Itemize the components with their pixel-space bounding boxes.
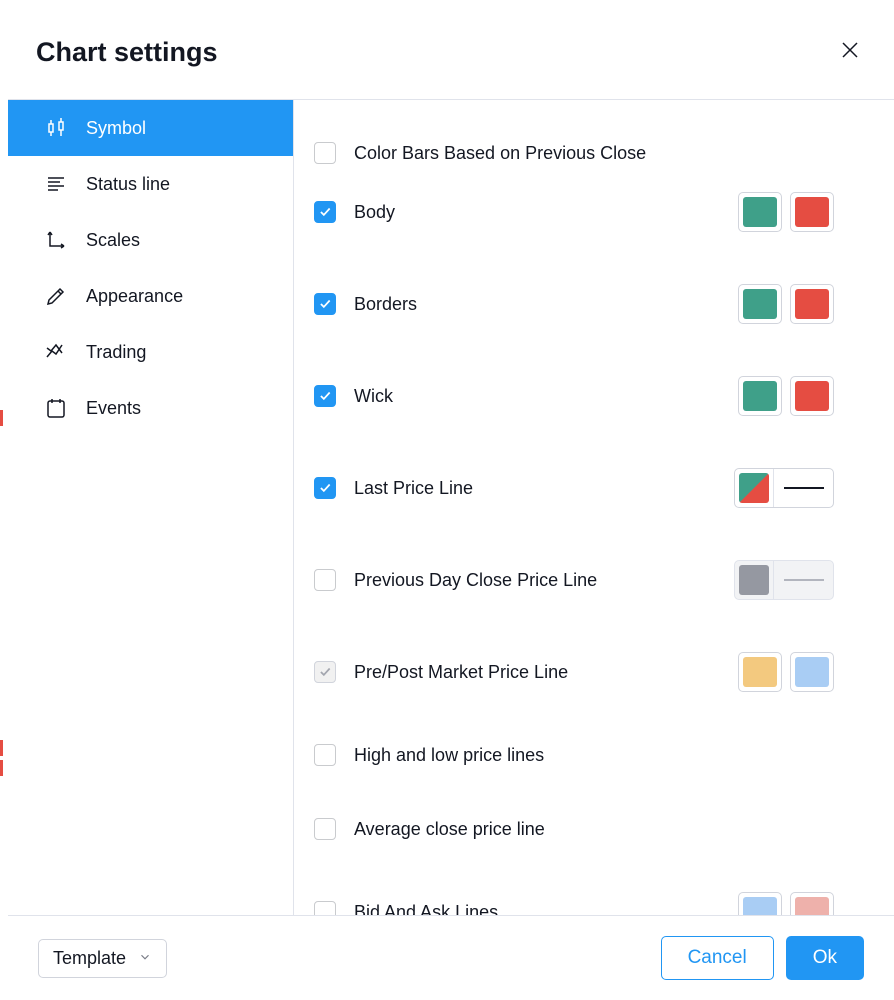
- settings-content: Color Bars Based on Previous Close Body …: [294, 100, 894, 915]
- checkbox-last-price-line[interactable]: [314, 477, 336, 499]
- checkbox-avg-close[interactable]: [314, 818, 336, 840]
- cancel-button[interactable]: Cancel: [661, 936, 774, 980]
- option-label: Previous Day Close Price Line: [354, 570, 597, 591]
- chart-line-icon: [44, 340, 68, 364]
- option-label: Pre/Post Market Price Line: [354, 662, 568, 683]
- template-dropdown[interactable]: Template: [38, 939, 167, 978]
- modal-footer: Template Cancel Ok: [8, 915, 894, 1000]
- color-swatch-borders-up[interactable]: [738, 284, 782, 324]
- close-icon: [838, 49, 862, 66]
- sidebar-item-label: Symbol: [86, 118, 146, 139]
- checkbox-bid-ask[interactable]: [314, 901, 336, 915]
- option-label: Body: [354, 202, 395, 223]
- sidebar-item-events[interactable]: Events: [8, 380, 293, 436]
- sidebar-item-status-line[interactable]: Status line: [8, 156, 293, 212]
- option-borders: Borders: [306, 270, 834, 338]
- color-swatch-wick-up[interactable]: [738, 376, 782, 416]
- page-title: Chart settings: [36, 37, 218, 68]
- color-swatch-body-down[interactable]: [790, 192, 834, 232]
- option-label: Wick: [354, 386, 393, 407]
- option-avg-close: Average close price line: [306, 804, 834, 854]
- color-swatch-wick-down[interactable]: [790, 376, 834, 416]
- line-style-last-price[interactable]: [734, 468, 834, 508]
- sidebar-item-label: Appearance: [86, 286, 183, 307]
- color-swatch-bid[interactable]: [738, 892, 782, 915]
- checkbox-wick[interactable]: [314, 385, 336, 407]
- chart-settings-modal: Chart settings Symbol Status line Scales…: [8, 0, 894, 1000]
- close-button[interactable]: [834, 34, 866, 71]
- option-body: Body: [306, 178, 834, 246]
- option-label: Borders: [354, 294, 417, 315]
- sidebar-item-scales[interactable]: Scales: [8, 212, 293, 268]
- sidebar-item-appearance[interactable]: Appearance: [8, 268, 293, 324]
- color-swatch-post-market[interactable]: [790, 652, 834, 692]
- color-swatch-borders-down[interactable]: [790, 284, 834, 324]
- pencil-icon: [44, 284, 68, 308]
- sidebar-item-symbol[interactable]: Symbol: [8, 100, 293, 156]
- checkbox-body[interactable]: [314, 201, 336, 223]
- sidebar-item-label: Scales: [86, 230, 140, 251]
- option-pre-post-market: Pre/Post Market Price Line: [306, 638, 834, 706]
- color-swatch-pre-market[interactable]: [738, 652, 782, 692]
- lines-icon: [44, 172, 68, 196]
- template-label: Template: [53, 948, 126, 969]
- modal-body: Symbol Status line Scales Appearance Tra…: [8, 99, 894, 915]
- checkbox-pre-post-market[interactable]: [314, 661, 336, 683]
- sidebar: Symbol Status line Scales Appearance Tra…: [8, 100, 294, 915]
- checkbox-high-low[interactable]: [314, 744, 336, 766]
- edge-marker: [0, 760, 3, 776]
- checkbox-prev-day-close[interactable]: [314, 569, 336, 591]
- edge-marker: [0, 410, 3, 426]
- option-label: Last Price Line: [354, 478, 473, 499]
- chevron-down-icon: [138, 948, 152, 969]
- option-high-low: High and low price lines: [306, 730, 834, 780]
- option-last-price-line: Last Price Line: [306, 454, 834, 522]
- option-bid-ask: Bid And Ask Lines: [306, 878, 834, 915]
- sidebar-item-label: Status line: [86, 174, 170, 195]
- axes-icon: [44, 228, 68, 252]
- option-prev-day-close: Previous Day Close Price Line: [306, 546, 834, 614]
- option-label: Bid And Ask Lines: [354, 902, 498, 916]
- option-color-bars-prev-close: Color Bars Based on Previous Close: [306, 128, 834, 178]
- checkbox-color-bars-prev-close[interactable]: [314, 142, 336, 164]
- color-swatch-body-up[interactable]: [738, 192, 782, 232]
- modal-header: Chart settings: [8, 0, 894, 99]
- sidebar-item-label: Trading: [86, 342, 146, 363]
- candlestick-icon: [44, 116, 68, 140]
- line-style-prev-day-close[interactable]: [734, 560, 834, 600]
- option-label: Average close price line: [354, 819, 545, 840]
- calendar-icon: [44, 396, 68, 420]
- option-label: Color Bars Based on Previous Close: [354, 143, 646, 164]
- checkbox-borders[interactable]: [314, 293, 336, 315]
- option-wick: Wick: [306, 362, 834, 430]
- sidebar-item-trading[interactable]: Trading: [8, 324, 293, 380]
- ok-button[interactable]: Ok: [786, 936, 864, 980]
- edge-marker: [0, 740, 3, 756]
- option-label: High and low price lines: [354, 745, 544, 766]
- color-swatch-ask[interactable]: [790, 892, 834, 915]
- sidebar-item-label: Events: [86, 398, 141, 419]
